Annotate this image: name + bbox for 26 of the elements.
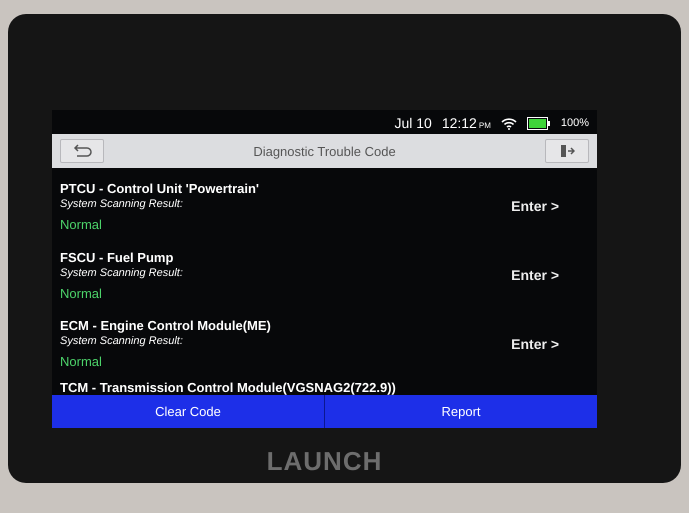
page-title: Diagnostic Trouble Code	[253, 144, 396, 158]
scan-result: Normal	[60, 216, 103, 232]
device-logo: LAUNCH	[266, 446, 382, 477]
battery-percentage: 100%	[560, 117, 589, 129]
battery-icon	[526, 116, 551, 130]
back-button[interactable]	[60, 139, 104, 163]
scan-result: Normal	[60, 286, 103, 300]
system-name: PTCU - Control Unit 'Powertrain'	[60, 180, 260, 196]
clear-code-button[interactable]: Clear Code	[52, 395, 325, 428]
wifi-icon	[500, 116, 517, 130]
back-arrow-icon	[71, 144, 93, 158]
report-button[interactable]: Report	[325, 395, 597, 428]
enter-link[interactable]: Enter >	[511, 198, 559, 214]
exit-door-icon	[558, 143, 575, 159]
scan-result: Normal	[60, 354, 103, 370]
enter-link[interactable]: Enter >	[511, 336, 559, 352]
scan-result-label: System Scanning Result:	[60, 266, 183, 278]
scan-result-label: System Scanning Result:	[60, 198, 184, 210]
system-name: ECM - Engine Control Module(ME)	[60, 318, 271, 334]
enter-link[interactable]: Enter >	[511, 267, 559, 283]
system-name: FSCU - Fuel Pump	[60, 250, 174, 264]
scan-result-label: System Scanning Result:	[60, 335, 184, 348]
status-time: 12:12 PM	[442, 115, 491, 131]
system-name: TCM - Transmission Control Module(VGSNAG2(722.9))	[60, 380, 397, 395]
exit-button[interactable]	[544, 139, 589, 163]
status-date: Jul 10	[394, 115, 432, 131]
